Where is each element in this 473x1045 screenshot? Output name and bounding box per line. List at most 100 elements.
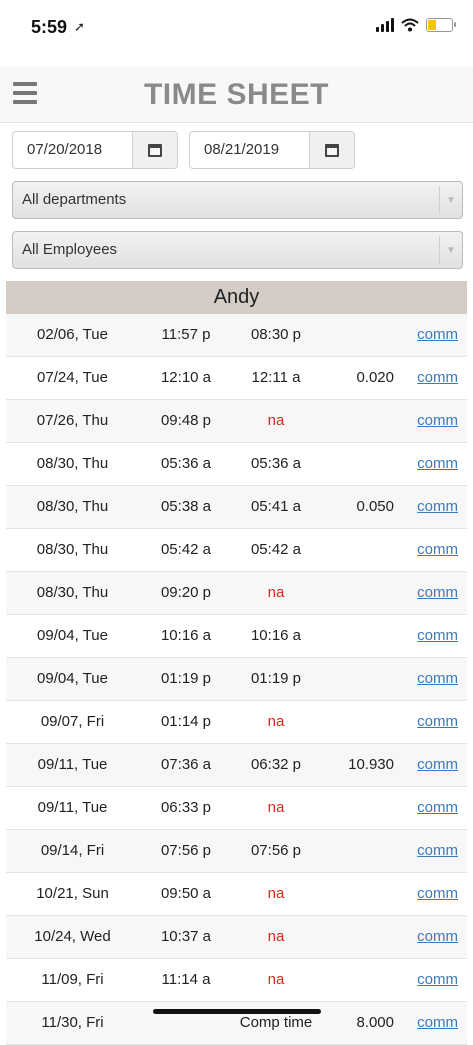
row-time-in: 05:38 a [160,498,212,515]
row-date: 09/11, Tue [37,799,108,816]
end-date-field[interactable]: 08/21/2019 [189,131,355,169]
dropdown-arrow-icon: ▼ [439,186,462,214]
row-hours: 10.930 [348,756,394,773]
row-date: 10/21, Sun [36,885,109,902]
row-comment-link[interactable]: comm [417,357,458,399]
row-time-out: 07:56 p [250,842,302,859]
row-time-out: 05:41 a [250,498,302,515]
home-indicator [153,1009,321,1014]
row-date: 08/30, Thu [36,541,109,558]
table-row: 02/06, Tue 11:57 p 08:30 p comm [6,314,467,357]
row-comment-link[interactable]: comm [417,959,458,1001]
table-row: 09/04, Tue 10:16 a 10:16 a comm [6,615,467,658]
row-comment-link[interactable]: comm [417,443,458,485]
row-time-out: na [267,928,285,945]
row-time-in: 09:50 a [160,885,212,902]
row-time-in: 09:48 p [160,412,212,429]
row-time-out: na [267,971,285,988]
table-row: 11/09, Fri 11:14 a na comm [6,959,467,1002]
row-date: 02/06, Tue [37,326,108,343]
cellular-signal-icon [376,18,394,32]
row-time-in: 05:42 a [160,541,212,558]
row-time-in: 07:56 p [160,842,212,859]
row-date: 09/04, Tue [37,670,108,687]
row-date: 08/30, Thu [36,584,109,601]
row-comment-link[interactable]: comm [417,314,458,356]
row-date: 09/07, Fri [40,713,105,730]
row-time-in: 11:57 p [161,326,211,343]
row-date: 11/09, Fri [41,971,104,988]
table-row: 09/07, Fri 01:14 p na comm [6,701,467,744]
row-comment-link[interactable]: comm [417,830,458,872]
row-time-in: 11:14 a [161,971,211,988]
employee-select-value: All Employees [22,241,118,258]
app-header: TIME SHEET [0,66,473,123]
row-comment-link[interactable]: comm [417,658,458,700]
row-time-out: 05:36 a [250,455,302,472]
row-comment-link[interactable]: comm [417,572,458,614]
row-hours: 0.050 [356,498,394,515]
table-row: 10/24, Wed 10:37 a na comm [6,916,467,959]
row-time-out: na [267,412,285,429]
row-time-out: 01:19 p [250,670,302,687]
row-time-out: na [267,885,285,902]
row-time-out: 05:42 a [250,541,302,558]
row-date: 09/11, Tue [37,756,108,773]
table-row: 08/30, Thu 05:42 a 05:42 a comm [6,529,467,572]
row-date: 07/24, Tue [37,369,108,386]
row-comment-link[interactable]: comm [417,744,458,786]
table-row: 07/24, Tue 12:10 a 12:11 a 0.020 comm [6,357,467,400]
table-row: 08/30, Thu 09:20 p na comm [6,572,467,615]
row-time-out: na [267,799,285,816]
row-time-in: 01:19 p [160,670,212,687]
start-date-value[interactable]: 07/20/2018 [13,132,132,168]
page-title: TIME SHEET [143,78,329,111]
dropdown-arrow-icon: ▼ [439,236,462,264]
table-row: 09/14, Fri 07:56 p 07:56 p comm [6,830,467,873]
row-time-in: 10:16 a [160,627,212,644]
calendar-icon [325,143,339,157]
table-row: 07/26, Thu 09:48 p na comm [6,400,467,443]
employee-select[interactable]: All Employees ▼ [12,231,463,269]
row-hours: 0.020 [356,369,394,386]
row-comment-link[interactable]: comm [417,916,458,958]
department-select[interactable]: All departments ▼ [12,181,463,219]
row-date: 08/30, Thu [36,455,109,472]
row-time-out: 10:16 a [250,627,302,644]
row-comment-link[interactable]: comm [417,529,458,571]
row-date: 09/04, Tue [37,627,108,644]
row-time-in: 06:33 p [160,799,212,816]
end-date-value[interactable]: 08/21/2019 [190,132,309,168]
row-time-in: 05:36 a [160,455,212,472]
end-date-calendar-button[interactable] [309,132,354,168]
row-comment-link[interactable]: comm [417,787,458,829]
table-row: 09/11, Tue 06:33 p na comm [6,787,467,830]
table-row: 09/11, Tue 07:36 a 06:32 p 10.930 comm [6,744,467,787]
row-date: 09/14, Fri [40,842,105,859]
row-comment-link[interactable]: comm [417,701,458,743]
row-time-in: 09:20 p [160,584,212,601]
row-time-out: na [267,584,285,601]
battery-icon [426,18,456,32]
status-time: 5:59 [31,17,68,37]
status-bar: 5:59 ➚ [0,0,473,58]
row-comment-link[interactable]: comm [417,400,458,442]
row-time-out: 12:11 a [251,369,301,386]
employee-group-header: Andy [6,281,467,314]
calendar-icon [148,143,162,157]
row-comment-link[interactable]: comm [417,615,458,657]
row-comment-link[interactable]: comm [417,873,458,915]
row-comment-link[interactable]: comm [417,1002,458,1044]
table-row: 08/30, Thu 05:36 a 05:36 a comm [6,443,467,486]
start-date-calendar-button[interactable] [132,132,177,168]
row-date: 11/30, Fri [41,1014,104,1031]
table-row: 10/21, Sun 09:50 a na comm [6,873,467,916]
location-arrow-icon: ➚ [74,19,85,34]
department-select-value: All departments [22,191,127,208]
row-time-in: 07:36 a [160,756,212,773]
row-comment-link[interactable]: comm [417,486,458,528]
table-row: 08/30, Thu 05:38 a 05:41 a 0.050 comm [6,486,467,529]
wifi-icon [401,18,419,32]
start-date-field[interactable]: 07/20/2018 [12,131,178,169]
row-time-out: 06:32 p [250,756,302,773]
